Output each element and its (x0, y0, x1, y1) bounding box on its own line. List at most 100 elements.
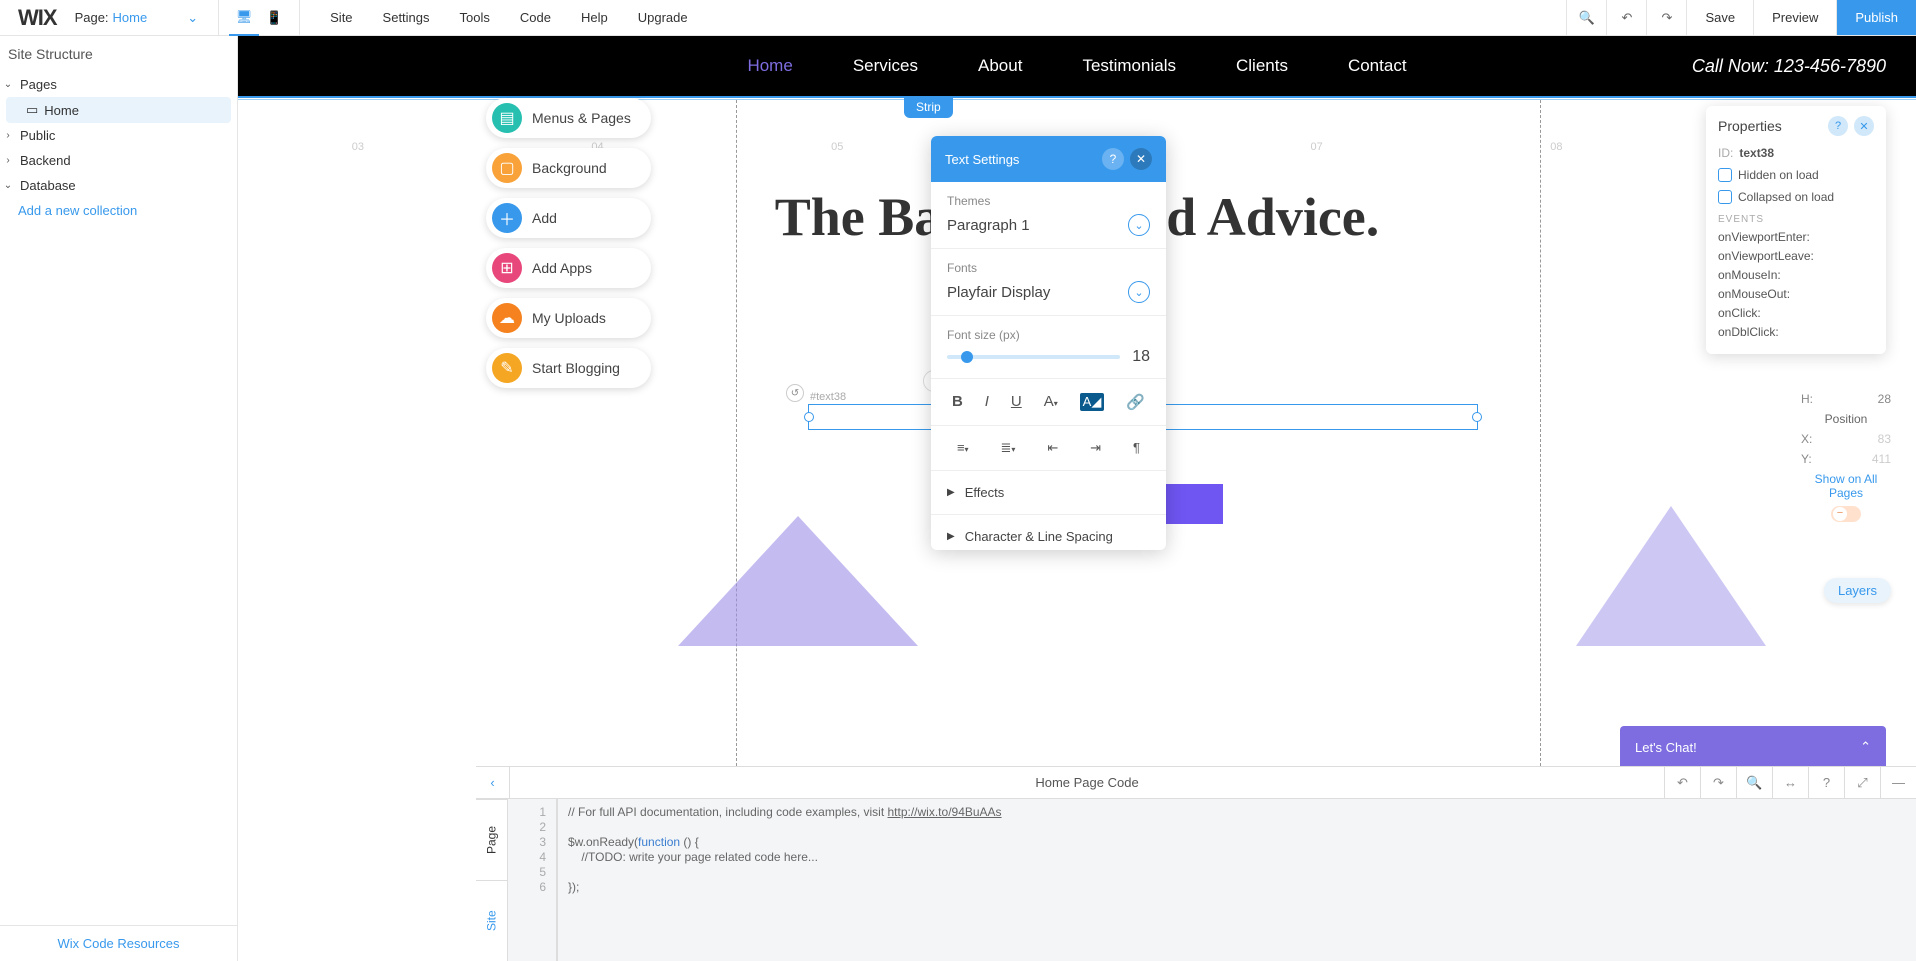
device-tabs: 🖥 📱 (219, 0, 300, 35)
nav-about[interactable]: About (978, 56, 1022, 76)
undo-icon[interactable]: ↶ (1664, 767, 1700, 798)
tool-add[interactable]: ＋Add (486, 198, 651, 238)
collapsed-checkbox[interactable] (1718, 190, 1732, 204)
menu-code[interactable]: Code (520, 10, 551, 25)
properties-panel[interactable]: Properties ? ✕ ID:text38 Hidden on load … (1706, 106, 1886, 354)
page-selector[interactable]: Page: Home ⌄ (75, 0, 220, 35)
menu-settings[interactable]: Settings (383, 10, 430, 25)
undo-icon[interactable]: ↶ (1606, 0, 1646, 35)
tree-public[interactable]: ›Public (0, 123, 237, 148)
list-icon[interactable]: ≣▾ (1000, 440, 1015, 456)
apps-icon: ⊞ (492, 253, 522, 283)
nav-clients[interactable]: Clients (1236, 56, 1288, 76)
minimize-icon[interactable]: — (1880, 767, 1916, 798)
event-onmousein[interactable]: onMouseIn: (1718, 268, 1874, 282)
italic-button[interactable]: I (985, 393, 989, 411)
search-icon[interactable]: 🔍 (1736, 767, 1772, 798)
maximize-icon[interactable]: ⤢ (1844, 767, 1880, 798)
chat-widget[interactable]: Let's Chat! ⌃ (1620, 726, 1886, 768)
show-all-pages-toggle[interactable] (1831, 506, 1861, 522)
nav-testimonials[interactable]: Testimonials (1082, 56, 1176, 76)
menu-help[interactable]: Help (581, 10, 608, 25)
id-value[interactable]: text38 (1739, 146, 1774, 160)
desktop-icon[interactable]: 🖥 (229, 0, 259, 36)
redo-icon[interactable]: ↷ (1646, 0, 1686, 35)
font-value: Playfair Display (947, 284, 1050, 301)
text-settings-header[interactable]: Text Settings ? ✕ (931, 136, 1166, 182)
history-icon[interactable]: ↺ (786, 384, 804, 402)
h-value[interactable]: 28 (1878, 392, 1891, 406)
menu-tools[interactable]: Tools (460, 10, 490, 25)
char-spacing-row[interactable]: ▶ Character & Line Spacing (931, 515, 1166, 550)
link-icon[interactable]: 🔗 (1126, 393, 1145, 411)
publish-button[interactable]: Publish (1836, 0, 1916, 35)
event-onclick[interactable]: onClick: (1718, 306, 1874, 320)
close-icon[interactable]: ✕ (1130, 148, 1152, 170)
event-ondblclick[interactable]: onDblClick: (1718, 325, 1874, 339)
tree-backend[interactable]: ›Backend (0, 148, 237, 173)
show-all-pages-label: Show on All Pages (1801, 472, 1891, 500)
tree-pages[interactable]: ⌄Pages (0, 72, 237, 97)
menu-upgrade[interactable]: Upgrade (638, 10, 688, 25)
font-size-section: Font size (px) 18 (931, 316, 1166, 379)
code-editor[interactable]: // For full API documentation, including… (558, 799, 1916, 961)
expand-horizontal-icon[interactable]: ↔ (1772, 767, 1808, 798)
help-icon[interactable]: ? (1808, 767, 1844, 798)
tool-add-apps[interactable]: ⊞Add Apps (486, 248, 651, 288)
left-tool-rail: ▤Menus & Pages ▢Background ＋Add ⊞Add App… (486, 98, 651, 388)
bold-button[interactable]: B (952, 393, 963, 411)
layers-button[interactable]: Layers (1824, 578, 1891, 603)
y-value[interactable]: 411 (1872, 452, 1891, 466)
hidden-checkbox[interactable] (1718, 168, 1732, 182)
mobile-icon[interactable]: 📱 (259, 0, 289, 36)
event-onviewportleave[interactable]: onViewportLeave: (1718, 249, 1874, 263)
nav-home[interactable]: Home (747, 56, 792, 76)
add-collection-link[interactable]: Add a new collection (0, 198, 237, 223)
effects-row[interactable]: ▶ Effects (931, 471, 1166, 515)
text-color-button[interactable]: A▾ (1044, 393, 1058, 411)
fonts-section: Fonts Playfair Display ⌄ (931, 249, 1166, 316)
help-icon[interactable]: ? (1102, 148, 1124, 170)
position-inspector: H:28 Position X:83 Y:411 Show on All Pag… (1801, 386, 1891, 526)
slider-thumb[interactable] (961, 351, 973, 363)
chevron-down-icon: ⌄ (2, 180, 14, 191)
tree-page-home[interactable]: ▭Home (6, 97, 231, 123)
code-tabs: Page Site (476, 799, 508, 961)
code-body: Page Site 1 2 3 4 5 6 // For full API do… (476, 799, 1916, 961)
nav-services[interactable]: Services (853, 56, 918, 76)
call-now-text: Call Now: 123-456-7890 (1692, 56, 1886, 77)
text-direction-icon[interactable]: ¶ (1133, 440, 1140, 456)
close-icon[interactable]: ✕ (1854, 116, 1874, 136)
chevron-down-icon[interactable]: ⌄ (1128, 281, 1150, 303)
background-icon: ▢ (492, 153, 522, 183)
event-onviewportenter[interactable]: onViewportEnter: (1718, 230, 1874, 244)
chevron-down-icon[interactable]: ⌄ (1128, 214, 1150, 236)
x-value[interactable]: 83 (1878, 432, 1891, 446)
wix-code-resources-link[interactable]: Wix Code Resources (0, 925, 237, 961)
nav-contact[interactable]: Contact (1348, 56, 1407, 76)
indent-decrease-icon[interactable]: ⇤ (1047, 440, 1058, 456)
align-left-icon[interactable]: ≡▾ (957, 440, 969, 456)
help-icon[interactable]: ? (1828, 116, 1848, 136)
preview-button[interactable]: Preview (1753, 0, 1836, 35)
code-gutter: 1 2 3 4 5 6 (508, 799, 558, 961)
chevron-left-icon[interactable]: ‹ (476, 767, 510, 798)
text-settings-panel[interactable]: Text Settings ? ✕ Themes Paragraph 1 ⌄ F… (931, 136, 1166, 550)
tool-background[interactable]: ▢Background (486, 148, 651, 188)
event-onmouseout[interactable]: onMouseOut: (1718, 287, 1874, 301)
highlight-button[interactable]: A◢ (1080, 393, 1105, 411)
tool-menus-pages[interactable]: ▤Menus & Pages (486, 98, 651, 138)
save-button[interactable]: Save (1686, 0, 1753, 35)
fonts-label: Fonts (947, 261, 1150, 275)
redo-icon[interactable]: ↷ (1700, 767, 1736, 798)
tool-blog[interactable]: ✎Start Blogging (486, 348, 651, 388)
code-tab-page[interactable]: Page (476, 799, 507, 880)
tree-database[interactable]: ⌄Database (0, 173, 237, 198)
font-size-slider[interactable] (947, 355, 1120, 359)
zoom-icon[interactable]: 🔍 (1566, 0, 1606, 35)
code-tab-site[interactable]: Site (476, 880, 507, 961)
tool-uploads[interactable]: ☁My Uploads (486, 298, 651, 338)
menu-site[interactable]: Site (330, 10, 352, 25)
indent-increase-icon[interactable]: ⇥ (1090, 440, 1101, 456)
underline-button[interactable]: U (1011, 393, 1022, 411)
